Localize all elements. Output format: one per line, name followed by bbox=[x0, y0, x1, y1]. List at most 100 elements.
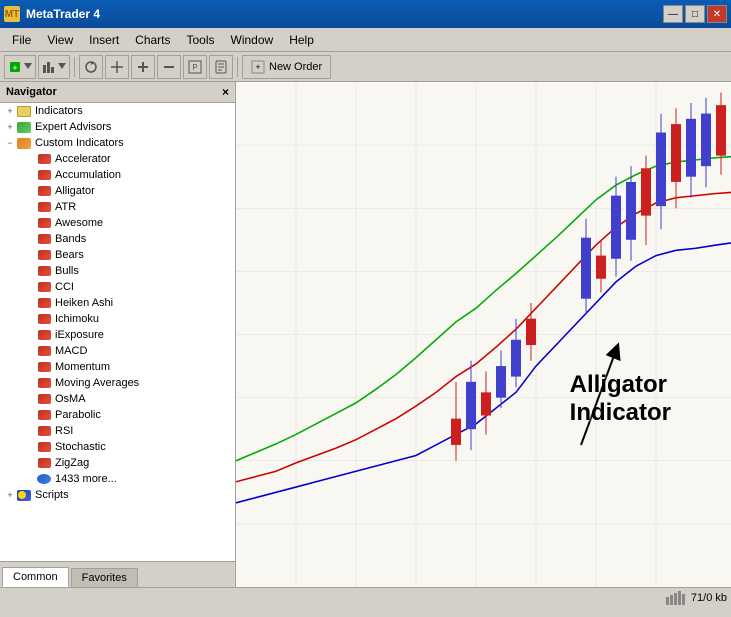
nav-item-stochastic[interactable]: Stochastic bbox=[0, 439, 235, 455]
nav-item-custom-indicators[interactable]: − Custom Indicators bbox=[0, 135, 235, 151]
tab-favorites[interactable]: Favorites bbox=[71, 568, 138, 587]
parabolic-label: Parabolic bbox=[55, 409, 101, 421]
accumulation-label: Accumulation bbox=[55, 169, 121, 181]
close-btn[interactable]: ✕ bbox=[707, 5, 727, 23]
nav-item-more[interactable]: 1433 more... bbox=[0, 471, 235, 487]
awesome-label: Awesome bbox=[55, 217, 103, 229]
menu-window[interactable]: Window bbox=[223, 31, 282, 49]
indicators-icon bbox=[16, 104, 32, 118]
custom-toggle[interactable]: − bbox=[4, 137, 16, 149]
nav-item-momentum[interactable]: Momentum bbox=[0, 359, 235, 375]
nav-item-atr[interactable]: ATR bbox=[0, 199, 235, 215]
nav-item-iexposure[interactable]: iExposure bbox=[0, 327, 235, 343]
scripts-icon bbox=[16, 488, 32, 502]
toolbar-zoomout-btn[interactable] bbox=[157, 55, 181, 79]
toolbar-period-btn[interactable]: P bbox=[183, 55, 207, 79]
scripts-toggle[interactable]: + bbox=[4, 489, 16, 501]
iexposure-icon bbox=[36, 328, 52, 342]
navigator-tree: + Indicators + Expert Advisors − Custom … bbox=[0, 103, 235, 561]
nav-item-bands[interactable]: Bands bbox=[0, 231, 235, 247]
zigzag-icon bbox=[36, 456, 52, 470]
toolbar-crosshair-btn[interactable] bbox=[105, 55, 129, 79]
maximize-btn[interactable]: □ bbox=[685, 5, 705, 23]
toolbar-sep2 bbox=[237, 57, 238, 77]
status-bar: 71/0 kb bbox=[0, 587, 731, 607]
nav-item-awesome[interactable]: Awesome bbox=[0, 215, 235, 231]
menu-insert[interactable]: Insert bbox=[81, 31, 127, 49]
expert-toggle[interactable]: + bbox=[4, 121, 16, 133]
nav-item-cci[interactable]: CCI bbox=[0, 279, 235, 295]
expert-icon bbox=[16, 120, 32, 134]
osma-icon bbox=[36, 392, 52, 406]
chart-annotation: Alligator Indicator bbox=[570, 371, 671, 427]
status-bars-indicator: 71/0 kb bbox=[666, 591, 727, 605]
indicators-toggle[interactable]: + bbox=[4, 105, 16, 117]
atr-icon bbox=[36, 200, 52, 214]
menu-file[interactable]: File bbox=[4, 31, 39, 49]
nav-item-accumulation[interactable]: Accumulation bbox=[0, 167, 235, 183]
moving-averages-icon bbox=[36, 376, 52, 390]
alligator-icon bbox=[36, 184, 52, 198]
window-controls: — □ ✕ bbox=[663, 5, 727, 23]
menu-view[interactable]: View bbox=[39, 31, 81, 49]
nav-item-bulls[interactable]: Bulls bbox=[0, 263, 235, 279]
nav-item-ichimoku[interactable]: Ichimoku bbox=[0, 311, 235, 327]
navigator-close-btn[interactable]: × bbox=[222, 85, 229, 99]
macd-label: MACD bbox=[55, 345, 87, 357]
tab-common[interactable]: Common bbox=[2, 567, 69, 587]
alligator-label: Alligator bbox=[55, 185, 95, 197]
app-icon: MT bbox=[4, 6, 20, 22]
nav-item-accelerator[interactable]: Accelerator bbox=[0, 151, 235, 167]
svg-text:+: + bbox=[12, 63, 17, 73]
nav-item-heiken-ashi[interactable]: Heiken Ashi bbox=[0, 295, 235, 311]
navigator-panel: Navigator × + Indicators + Expert Adviso… bbox=[0, 82, 236, 587]
menu-tools[interactable]: Tools bbox=[179, 31, 223, 49]
svg-text:+: + bbox=[255, 62, 260, 72]
toolbar-refresh-btn[interactable] bbox=[79, 55, 103, 79]
navigator-title: Navigator bbox=[6, 86, 57, 98]
menu-charts[interactable]: Charts bbox=[127, 31, 178, 49]
nav-item-alligator[interactable]: Alligator bbox=[0, 183, 235, 199]
nav-item-macd[interactable]: MACD bbox=[0, 343, 235, 359]
toolbar-chart-btn[interactable] bbox=[38, 55, 70, 79]
nav-item-rsi[interactable]: RSI bbox=[0, 423, 235, 439]
nav-item-indicators[interactable]: + Indicators bbox=[0, 103, 235, 119]
nav-item-bears[interactable]: Bears bbox=[0, 247, 235, 263]
navigator-header: Navigator × bbox=[0, 82, 235, 103]
moving-averages-label: Moving Averages bbox=[55, 377, 139, 389]
toolbar-zoomin-btn[interactable] bbox=[131, 55, 155, 79]
stochastic-icon bbox=[36, 440, 52, 454]
chart-svg bbox=[236, 82, 731, 587]
chart-area[interactable]: Alligator Indicator bbox=[236, 82, 731, 587]
nav-item-osma[interactable]: OsMA bbox=[0, 391, 235, 407]
accelerator-icon bbox=[36, 152, 52, 166]
bars-icon bbox=[666, 591, 688, 605]
nav-item-parabolic[interactable]: Parabolic bbox=[0, 407, 235, 423]
new-order-button[interactable]: + New Order bbox=[242, 55, 331, 79]
indicators-label: Indicators bbox=[35, 105, 83, 117]
nav-item-zigzag[interactable]: ZigZag bbox=[0, 455, 235, 471]
zigzag-label: ZigZag bbox=[55, 457, 89, 469]
bulls-label: Bulls bbox=[55, 265, 79, 277]
bands-icon bbox=[36, 232, 52, 246]
bears-icon bbox=[36, 248, 52, 262]
scripts-label: Scripts bbox=[35, 489, 69, 501]
nav-item-moving-averages[interactable]: Moving Averages bbox=[0, 375, 235, 391]
toolbar-add-btn[interactable]: + bbox=[4, 55, 36, 79]
atr-label: ATR bbox=[55, 201, 76, 213]
macd-icon bbox=[36, 344, 52, 358]
rsi-label: RSI bbox=[55, 425, 73, 437]
more-label: 1433 more... bbox=[55, 473, 117, 485]
iexposure-label: iExposure bbox=[55, 329, 104, 341]
minimize-btn[interactable]: — bbox=[663, 5, 683, 23]
bulls-icon bbox=[36, 264, 52, 278]
app-title: MetaTrader 4 bbox=[26, 7, 100, 21]
heiken-ashi-label: Heiken Ashi bbox=[55, 297, 113, 309]
nav-item-expert-advisors[interactable]: + Expert Advisors bbox=[0, 119, 235, 135]
accelerator-label: Accelerator bbox=[55, 153, 111, 165]
heiken-ashi-icon bbox=[36, 296, 52, 310]
menu-help[interactable]: Help bbox=[281, 31, 322, 49]
annotation-line2: Indicator bbox=[570, 399, 671, 427]
nav-item-scripts[interactable]: + Scripts bbox=[0, 487, 235, 503]
toolbar-template-btn[interactable] bbox=[209, 55, 233, 79]
